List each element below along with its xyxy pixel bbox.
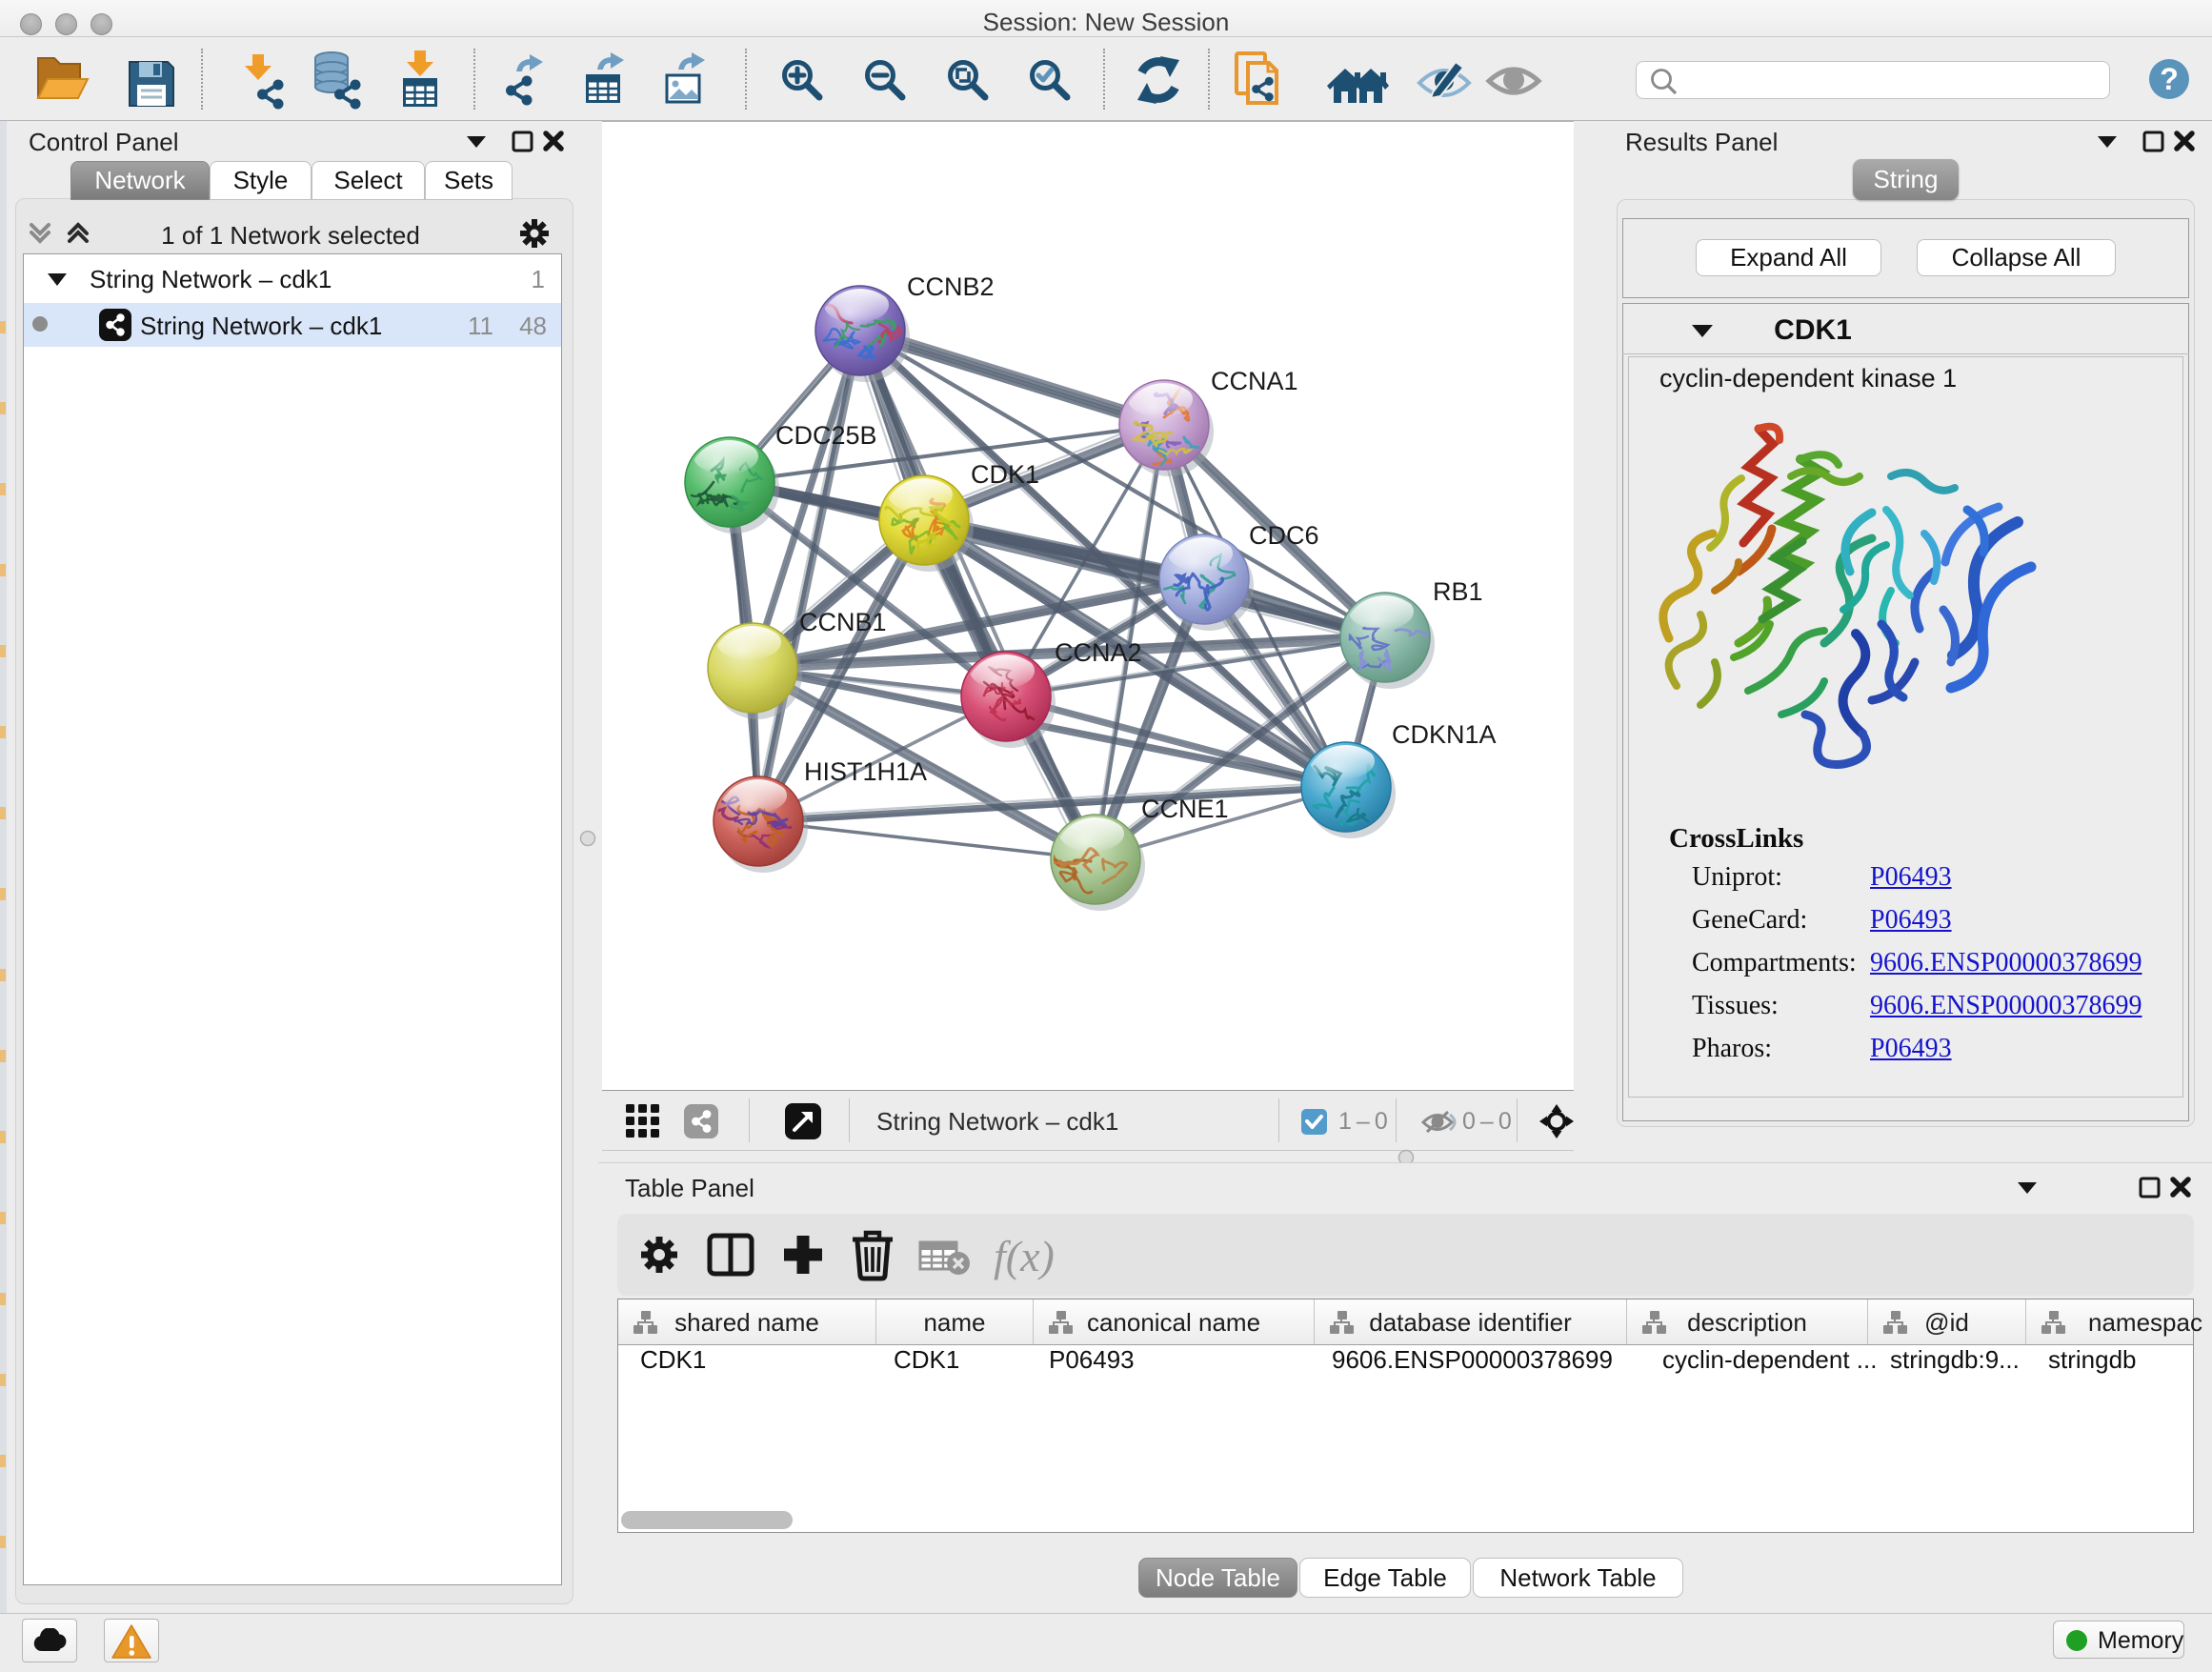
svg-text:CCNB2: CCNB2 — [907, 272, 995, 301]
svg-text:f(x): f(x) — [994, 1232, 1055, 1280]
svg-text:HIST1H1A: HIST1H1A — [804, 757, 927, 786]
svg-text:CCNE1: CCNE1 — [1141, 795, 1229, 823]
svg-text:?: ? — [2160, 62, 2179, 96]
svg-text:CDK1: CDK1 — [971, 460, 1039, 489]
svg-text:CDC6: CDC6 — [1249, 521, 1319, 550]
svg-text:CDKN1A: CDKN1A — [1392, 720, 1497, 749]
svg-text:CCNA1: CCNA1 — [1211, 367, 1298, 395]
svg-text:CCNA2: CCNA2 — [1055, 638, 1142, 667]
svg-text:CDC25B: CDC25B — [775, 421, 877, 450]
svg-text:CCNB1: CCNB1 — [799, 608, 887, 636]
svg-text:RB1: RB1 — [1433, 577, 1483, 606]
